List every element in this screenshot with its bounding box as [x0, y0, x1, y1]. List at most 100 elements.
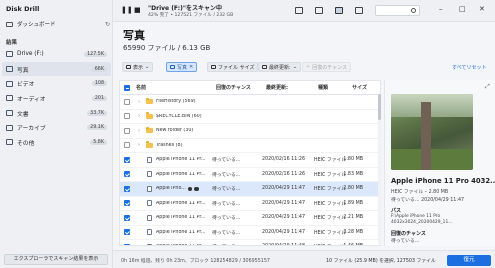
file-icon	[146, 185, 152, 192]
sidebar-item-dashboard[interactable]: ダッシュボード ↻	[6, 19, 110, 29]
photo-icon	[170, 65, 175, 69]
row-checkbox[interactable]	[124, 113, 130, 120]
results-section-label: 結果	[6, 40, 18, 46]
table-row[interactable]: Apple iPhone 11 Pr... 待っている... 2020/02/16 …	[120, 153, 380, 168]
view-filter-button[interactable]: 表示 ⌄	[122, 62, 154, 72]
row-type: HEIC ファイル	[314, 216, 347, 222]
sidebar-item-count: 66K	[91, 66, 107, 72]
table-row[interactable]: › FileHistory (569)	[120, 95, 380, 110]
sidebar-item-1[interactable]: 写真 66K	[2, 61, 111, 77]
refresh-icon[interactable]: ↻	[105, 21, 110, 28]
page-title: 写真	[123, 29, 145, 42]
table-row[interactable]: Apple iPhone 11 Pr...待っている...2020/04/29 …	[120, 197, 380, 211]
sidebar-item-5[interactable]: アーカイブ 29.1K	[2, 120, 111, 135]
column-header-type[interactable]: 種類	[318, 84, 342, 91]
row-type: HEIC ファイル	[314, 201, 347, 207]
preview-path-heading: パス	[391, 208, 402, 214]
row-chances: 待っている...	[212, 243, 262, 245]
row-checkbox[interactable]	[124, 200, 130, 207]
sidebar-item-count: 127.5K	[84, 51, 107, 57]
search-input[interactable]	[375, 5, 420, 16]
category-icon	[6, 51, 13, 58]
sidebar-item-6[interactable]: その他 5.8K	[2, 135, 111, 150]
row-name: FileHistory (569)	[156, 99, 196, 105]
select-all-checkbox[interactable]	[124, 84, 130, 91]
table-row[interactable]: Apple iPho... 待っている... 2020/04/29 11:47 HEI…	[120, 182, 380, 197]
row-modified: 2020/04/29 11:47	[262, 229, 305, 235]
folder-view-icon[interactable]	[315, 7, 323, 14]
file-size-icon	[211, 65, 216, 69]
row-checkbox[interactable]	[124, 127, 130, 134]
column-header-size[interactable]: サイズ	[342, 84, 370, 91]
table-row[interactable]: Apple iPhone 11 Pr... 待っている... 2020/02/16 …	[120, 168, 380, 182]
row-checkbox[interactable]	[124, 156, 130, 163]
file-size-filter-button[interactable]: ファイル サイズ	[207, 62, 259, 72]
remove-filter-icon[interactable]: ✕	[189, 64, 193, 70]
sparkle-icon: ✧	[306, 64, 311, 70]
table-row[interactable]: Apple iPhone 11 Pr...待っている...2020/04/29 …	[120, 240, 380, 245]
row-size: 1.83 MB	[343, 171, 363, 177]
row-size: 2.21 MB	[343, 215, 363, 221]
table-scrollbar[interactable]	[378, 94, 381, 244]
photos-filter-chip[interactable]: 写真 ✕	[166, 62, 198, 72]
row-checkbox[interactable]	[124, 98, 130, 105]
category-icon	[6, 124, 13, 131]
table-row[interactable]: Apple iPhone 11 Pr...待っている...2020/04/29 …	[120, 211, 380, 226]
table-row[interactable]: › New folder (30)	[120, 124, 380, 139]
scan-progress-text: 42% 完了 • 127521 ファイル / 232 GB	[148, 13, 234, 18]
expand-icon[interactable]: ⤢	[485, 83, 490, 91]
grid-view-icon[interactable]	[335, 7, 343, 14]
maximize-icon[interactable]: □	[459, 5, 466, 13]
sidebar-item-4[interactable]: 文書 33.7K	[2, 106, 111, 121]
column-header-modified[interactable]: 最終更新:	[266, 84, 318, 91]
row-chances: 待っている...	[212, 187, 241, 193]
last-modified-filter-button[interactable]: 最終更新: ⌄	[258, 62, 301, 72]
row-name: Apple iPhone 11 Pr...	[156, 244, 205, 245]
expand-arrow-icon[interactable]: ›	[134, 128, 144, 134]
row-checkbox[interactable]	[124, 185, 130, 192]
minimize-icon[interactable]: –	[439, 5, 443, 13]
row-name: Apple iPho...	[156, 186, 186, 192]
reset-all-link[interactable]: すべてリセット	[452, 64, 486, 71]
bottom-bar: 0h 16m 経過、残り 0h 23m、ブロック 128254829 / 306…	[113, 250, 495, 268]
top-bar: ❚❚ ■ "Drive (F:)"をスキャン中 42% 完了 • 127521 …	[113, 0, 495, 22]
sidebar-item-2[interactable]: ビデオ 108	[2, 76, 111, 91]
app-title: Disk Drill	[6, 5, 40, 13]
list-view-icon[interactable]	[295, 7, 303, 14]
stop-icon[interactable]: ■	[134, 6, 141, 14]
preview-chances-heading: 回復のチャンス	[391, 231, 426, 237]
row-name: $RECYCLE.BIN (60)	[156, 113, 202, 119]
sidebar-item-3[interactable]: オーディオ 201	[2, 91, 111, 106]
table-row[interactable]: Apple iPhone 11 Pr...待っている...2020/04/29 …	[120, 226, 380, 240]
row-checkbox[interactable]	[124, 229, 130, 236]
expand-arrow-icon[interactable]: ›	[134, 142, 144, 148]
scan-title: "Drive (F:)"をスキャン中	[148, 5, 222, 12]
expand-arrow-icon[interactable]: ›	[134, 99, 144, 105]
row-name: Apple iPhone 11 Pr...	[156, 229, 206, 235]
table-row[interactable]: › $RECYCLE.BIN (60)	[120, 110, 380, 124]
row-size: 2.80 MB	[343, 186, 363, 192]
category-icon	[6, 139, 13, 146]
view-icon[interactable]	[187, 186, 193, 191]
column-header-chances[interactable]: 回復のチャンス	[216, 84, 266, 91]
scrollbar-thumb[interactable]	[378, 94, 381, 120]
row-checkbox[interactable]	[124, 214, 130, 221]
show-in-explorer-button[interactable]: エクスプローラでスキャン結果を表示	[4, 254, 108, 265]
sidebar-item-0[interactable]: Drive (F:) 127.5K	[2, 47, 111, 62]
info-icon[interactable]	[194, 186, 199, 191]
row-checkbox[interactable]	[124, 171, 130, 178]
sidebar-item-label: アーカイブ	[17, 126, 46, 133]
row-checkbox[interactable]	[124, 142, 130, 149]
recovery-chances-filter-button[interactable]: ✧ 回復のチャンス	[302, 62, 352, 72]
close-icon[interactable]: ✕	[479, 5, 485, 13]
preview-toggle-icon[interactable]	[355, 7, 363, 14]
recover-button[interactable]: 復元	[447, 255, 491, 266]
row-checkbox[interactable]	[124, 243, 130, 245]
row-size: 1.80 MB	[343, 157, 363, 163]
expand-arrow-icon[interactable]: ›	[134, 113, 144, 119]
dashboard-icon	[6, 21, 13, 27]
column-header-name[interactable]: 名前	[134, 84, 216, 91]
pause-icon[interactable]: ❚❚	[121, 6, 133, 14]
row-size: 1.46 MB	[338, 244, 366, 245]
table-row[interactable]: › Trashes (8)	[120, 139, 380, 153]
